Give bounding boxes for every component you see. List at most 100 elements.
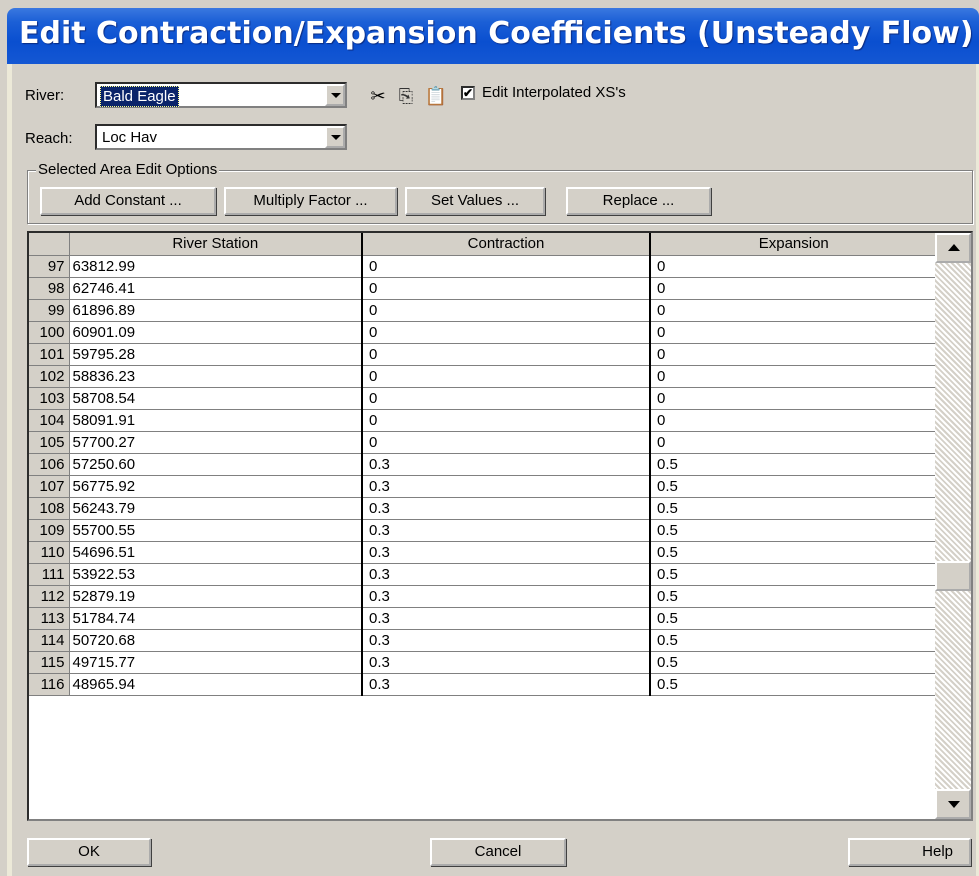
river-station-cell[interactable]: 54696.51: [69, 541, 363, 564]
scroll-down-arrow-icon[interactable]: [935, 789, 971, 819]
table-row[interactable]: 108 56243.79 0.3 0.5: [29, 497, 938, 520]
table-row[interactable]: 111 53922.53 0.3 0.5: [29, 563, 938, 586]
contraction-cell[interactable]: 0: [362, 365, 651, 388]
river-station-cell[interactable]: 58836.23: [69, 365, 363, 388]
expansion-cell[interactable]: 0: [650, 277, 938, 300]
expansion-cell[interactable]: 0.5: [650, 541, 938, 564]
river-station-header[interactable]: River Station: [69, 233, 363, 256]
expansion-cell[interactable]: 0: [650, 255, 938, 278]
expansion-cell[interactable]: 0.5: [650, 673, 938, 696]
contraction-cell[interactable]: 0.3: [362, 629, 651, 652]
river-station-cell[interactable]: 60901.09: [69, 321, 363, 344]
table-row[interactable]: 105 57700.27 0 0: [29, 431, 938, 454]
expansion-cell[interactable]: 0: [650, 409, 938, 432]
copy-icon[interactable]: ⎘: [394, 84, 418, 108]
add-constant-button[interactable]: Add Constant ...: [40, 187, 216, 215]
contraction-cell[interactable]: 0.3: [362, 607, 651, 630]
chevron-down-icon[interactable]: [325, 126, 345, 148]
set-values-button[interactable]: Set Values ...: [405, 187, 545, 215]
expansion-cell[interactable]: 0.5: [650, 585, 938, 608]
river-station-cell[interactable]: 59795.28: [69, 343, 363, 366]
contraction-cell[interactable]: 0.3: [362, 651, 651, 674]
chevron-down-icon[interactable]: [325, 84, 345, 106]
cut-icon[interactable]: ✂: [366, 84, 390, 108]
expansion-header[interactable]: Expansion: [650, 233, 938, 256]
river-station-cell[interactable]: 58708.54: [69, 387, 363, 410]
expansion-cell[interactable]: 0.5: [650, 519, 938, 542]
vertical-scrollbar[interactable]: [935, 233, 971, 819]
expansion-cell[interactable]: 0.5: [650, 563, 938, 586]
river-station-cell[interactable]: 53922.53: [69, 563, 363, 586]
contraction-cell[interactable]: 0.3: [362, 673, 651, 696]
river-station-cell[interactable]: 57700.27: [69, 431, 363, 454]
contraction-cell[interactable]: 0.3: [362, 563, 651, 586]
table-row[interactable]: 104 58091.91 0 0: [29, 409, 938, 432]
expansion-cell[interactable]: 0.5: [650, 497, 938, 520]
expansion-cell[interactable]: 0: [650, 365, 938, 388]
expansion-cell[interactable]: 0: [650, 431, 938, 454]
contraction-cell[interactable]: 0: [362, 277, 651, 300]
table-row[interactable]: 98 62746.41 0 0: [29, 277, 938, 300]
expansion-cell[interactable]: 0: [650, 343, 938, 366]
expansion-cell[interactable]: 0.5: [650, 453, 938, 476]
table-row[interactable]: 109 55700.55 0.3 0.5: [29, 519, 938, 542]
edit-interpolated-checkbox[interactable]: ✔: [461, 86, 475, 100]
paste-icon[interactable]: 📋: [424, 84, 448, 108]
expansion-cell[interactable]: 0.5: [650, 651, 938, 674]
table-row[interactable]: 97 63812.99 0 0: [29, 255, 938, 278]
river-station-cell[interactable]: 63812.99: [69, 255, 363, 278]
contraction-cell[interactable]: 0: [362, 387, 651, 410]
contraction-cell[interactable]: 0.3: [362, 541, 651, 564]
contraction-cell[interactable]: 0.3: [362, 497, 651, 520]
river-dropdown[interactable]: Bald Eagle: [95, 82, 347, 108]
river-station-cell[interactable]: 55700.55: [69, 519, 363, 542]
contraction-cell[interactable]: 0.3: [362, 519, 651, 542]
river-station-cell[interactable]: 48965.94: [69, 673, 363, 696]
table-row[interactable]: 102 58836.23 0 0: [29, 365, 938, 388]
table-row[interactable]: 103 58708.54 0 0: [29, 387, 938, 410]
table-row[interactable]: 106 57250.60 0.3 0.5: [29, 453, 938, 476]
contraction-cell[interactable]: 0: [362, 299, 651, 322]
contraction-cell[interactable]: 0.3: [362, 585, 651, 608]
river-station-cell[interactable]: 49715.77: [69, 651, 363, 674]
cancel-button[interactable]: Cancel: [430, 838, 566, 866]
table-row[interactable]: 116 48965.94 0.3 0.5: [29, 673, 938, 696]
coefficients-table[interactable]: River Station Contraction Expansion 97 63…: [27, 231, 973, 821]
contraction-cell[interactable]: 0: [362, 431, 651, 454]
river-station-cell[interactable]: 50720.68: [69, 629, 363, 652]
river-station-cell[interactable]: 58091.91: [69, 409, 363, 432]
table-row[interactable]: 99 61896.89 0 0: [29, 299, 938, 322]
river-station-cell[interactable]: 56775.92: [69, 475, 363, 498]
expansion-cell[interactable]: 0.5: [650, 475, 938, 498]
multiply-factor-button[interactable]: Multiply Factor ...: [224, 187, 397, 215]
river-station-cell[interactable]: 56243.79: [69, 497, 363, 520]
river-station-cell[interactable]: 52879.19: [69, 585, 363, 608]
table-row[interactable]: 114 50720.68 0.3 0.5: [29, 629, 938, 652]
river-station-cell[interactable]: 51784.74: [69, 607, 363, 630]
table-row[interactable]: 115 49715.77 0.3 0.5: [29, 651, 938, 674]
ok-button[interactable]: OK: [27, 838, 151, 866]
contraction-cell[interactable]: 0: [362, 321, 651, 344]
contraction-cell[interactable]: 0: [362, 409, 651, 432]
expansion-cell[interactable]: 0.5: [650, 607, 938, 630]
table-row[interactable]: 101 59795.28 0 0: [29, 343, 938, 366]
contraction-cell[interactable]: 0: [362, 343, 651, 366]
scroll-up-arrow-icon[interactable]: [935, 233, 971, 263]
expansion-cell[interactable]: 0.5: [650, 629, 938, 652]
scroll-thumb[interactable]: [935, 561, 971, 591]
contraction-cell[interactable]: 0.3: [362, 453, 651, 476]
contraction-cell[interactable]: 0: [362, 255, 651, 278]
table-row[interactable]: 100 60901.09 0 0: [29, 321, 938, 344]
river-station-cell[interactable]: 61896.89: [69, 299, 363, 322]
expansion-cell[interactable]: 0: [650, 299, 938, 322]
river-station-cell[interactable]: 62746.41: [69, 277, 363, 300]
expansion-cell[interactable]: 0: [650, 321, 938, 344]
expansion-cell[interactable]: 0: [650, 387, 938, 410]
contraction-cell[interactable]: 0.3: [362, 475, 651, 498]
help-button[interactable]: Help: [848, 838, 971, 866]
reach-dropdown[interactable]: Loc Hav: [95, 124, 347, 150]
river-station-cell[interactable]: 57250.60: [69, 453, 363, 476]
table-row[interactable]: 112 52879.19 0.3 0.5: [29, 585, 938, 608]
table-row[interactable]: 113 51784.74 0.3 0.5: [29, 607, 938, 630]
contraction-header[interactable]: Contraction: [362, 233, 651, 256]
